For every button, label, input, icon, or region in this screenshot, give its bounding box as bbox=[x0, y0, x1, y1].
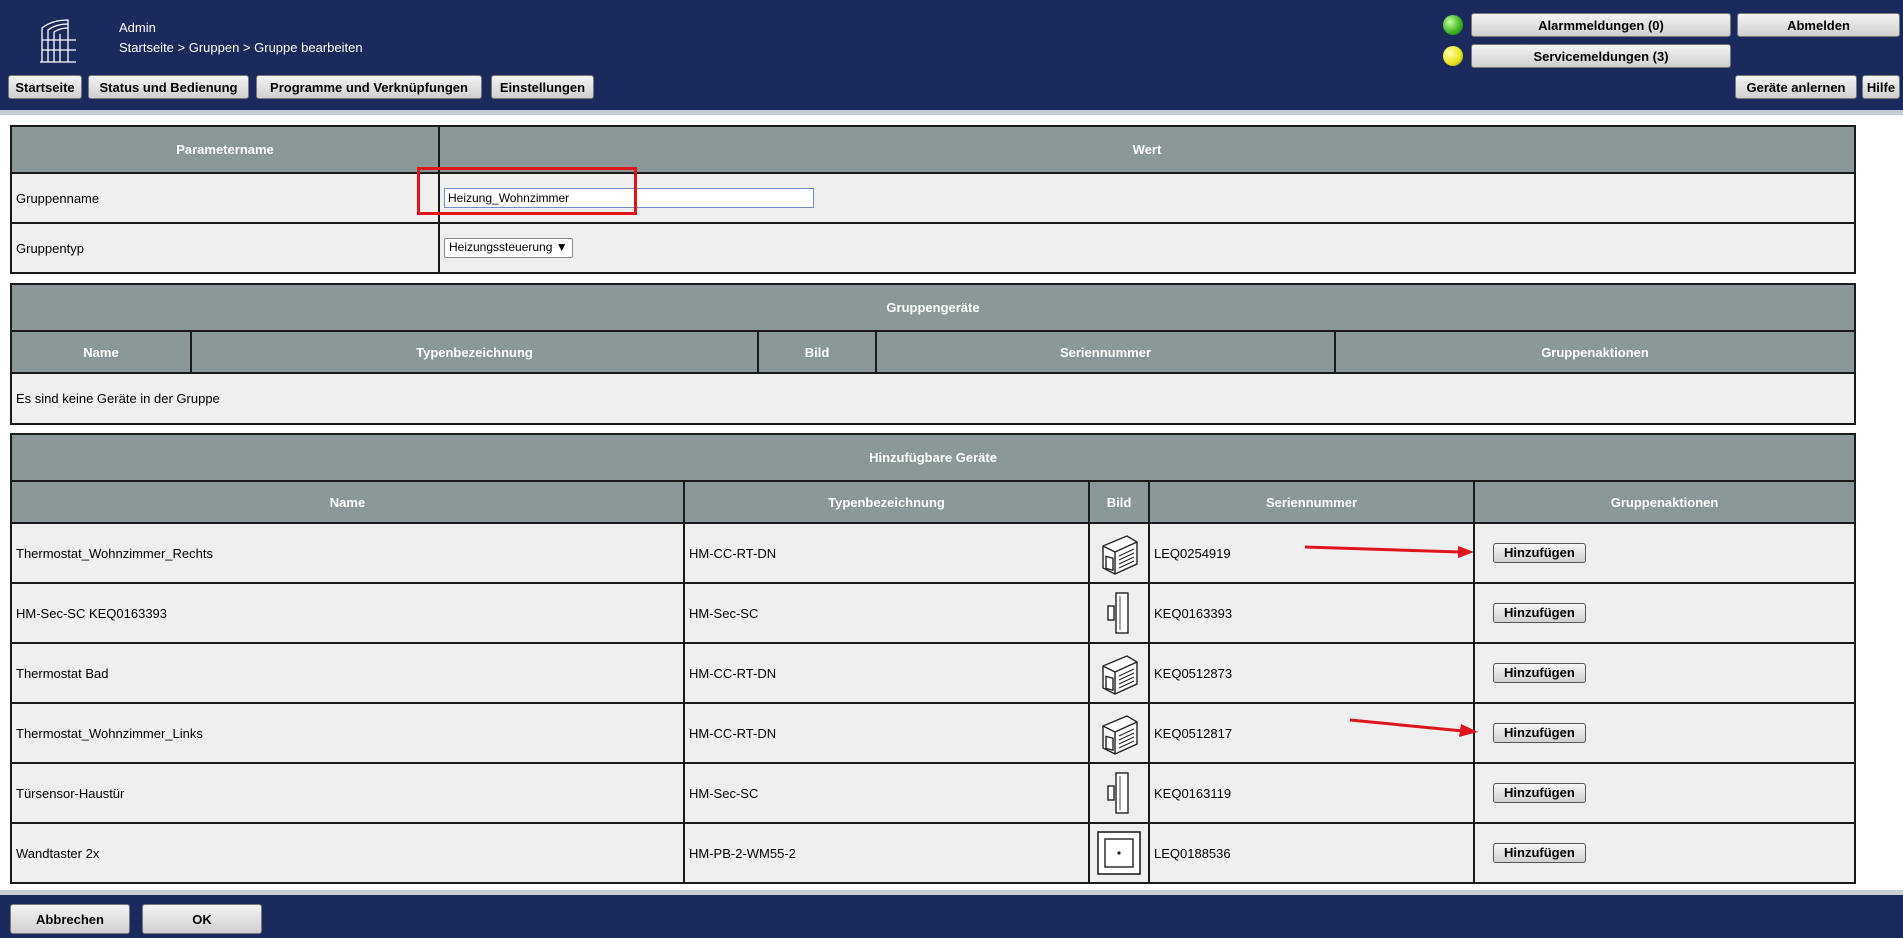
device-actions-cell: Hinzufügen bbox=[1472, 822, 1857, 884]
col-actions: Gruppenaktionen bbox=[1334, 330, 1856, 374]
thermostat-icon bbox=[1090, 650, 1148, 696]
nav-startseite-button[interactable]: Startseite bbox=[8, 75, 82, 99]
footer-bar: Abbrechen OK bbox=[0, 895, 1903, 938]
device-type: HM-PB-2-WM55-2 bbox=[683, 822, 1090, 884]
device-image-cell bbox=[1088, 522, 1150, 584]
help-button[interactable]: Hilfe bbox=[1862, 75, 1900, 99]
col-type: Typenbezeichnung bbox=[683, 480, 1090, 524]
group-type-select[interactable]: Heizungssteuerung ▼ bbox=[444, 238, 573, 258]
device-name: HM-Sec-SC KEQ0163393 bbox=[10, 582, 685, 644]
group-devices-title: Gruppengeräte bbox=[10, 283, 1856, 332]
header-bar: Admin Startseite > Gruppen > Gruppe bear… bbox=[0, 0, 1903, 110]
device-actions-cell: Hinzufügen bbox=[1472, 582, 1857, 644]
table-row: Thermostat_Wohnzimmer_Links HM-CC-RT-DN KE… bbox=[10, 702, 1857, 764]
highlight-annotation bbox=[417, 167, 637, 215]
nav-status-button[interactable]: Status und Bedienung bbox=[88, 75, 249, 99]
door-sensor-icon bbox=[1090, 590, 1148, 636]
add-device-button[interactable]: Hinzufügen bbox=[1493, 663, 1586, 683]
table-row: Thermostat Bad HM-CC-RT-DN KEQ0512873 Hinzu… bbox=[10, 642, 1857, 704]
alarm-messages-button[interactable]: Alarmmeldungen (0) bbox=[1471, 13, 1731, 37]
arrow-annotation-icon bbox=[1304, 545, 1474, 558]
device-actions-cell: Hinzufügen bbox=[1472, 642, 1857, 704]
device-type: HM-Sec-SC bbox=[683, 762, 1090, 824]
breadcrumb: Startseite > Gruppen > Gruppe bearbeiten bbox=[119, 40, 363, 55]
add-device-button[interactable]: Hinzufügen bbox=[1493, 843, 1586, 863]
device-serial: KEQ0163393 bbox=[1148, 582, 1475, 644]
group-type-cell: Heizungssteuerung ▼ bbox=[438, 222, 1856, 274]
col-serial: Seriennummer bbox=[1148, 480, 1475, 524]
cancel-button[interactable]: Abbrechen bbox=[10, 904, 130, 934]
col-wert: Wert bbox=[438, 125, 1856, 174]
device-actions-cell: Hinzufügen bbox=[1472, 522, 1857, 584]
col-image: Bild bbox=[1088, 480, 1150, 524]
add-device-button[interactable]: Hinzufügen bbox=[1493, 543, 1586, 563]
logout-button[interactable]: Abmelden bbox=[1737, 13, 1900, 37]
ok-button[interactable]: OK bbox=[142, 904, 262, 934]
device-type: HM-Sec-SC bbox=[683, 582, 1090, 644]
chevron-down-icon: ▼ bbox=[555, 240, 568, 254]
device-name: Thermostat_Wohnzimmer_Links bbox=[10, 702, 685, 764]
wall-switch-icon bbox=[1090, 830, 1148, 876]
device-actions-cell: Hinzufügen bbox=[1472, 702, 1857, 764]
col-type: Typenbezeichnung bbox=[190, 330, 759, 374]
col-serial: Seriennummer bbox=[875, 330, 1336, 374]
thermostat-icon bbox=[1090, 710, 1148, 756]
device-image-cell bbox=[1088, 702, 1150, 764]
col-image: Bild bbox=[757, 330, 877, 374]
thermostat-icon bbox=[1090, 530, 1148, 576]
device-serial: KEQ0512873 bbox=[1148, 642, 1475, 704]
empty-group-message: Es sind keine Geräte in der Gruppe bbox=[10, 372, 1856, 425]
alarm-status-led bbox=[1443, 15, 1463, 35]
group-devices-table: Gruppengeräte Name Typenbezeichnung Bild… bbox=[10, 283, 1856, 425]
device-serial: LEQ0188536 bbox=[1148, 822, 1475, 884]
device-serial: KEQ0163119 bbox=[1148, 762, 1475, 824]
add-device-button[interactable]: Hinzufügen bbox=[1493, 603, 1586, 623]
device-type: HM-CC-RT-DN bbox=[683, 642, 1090, 704]
nav-programs-button[interactable]: Programme und Verknüpfungen bbox=[256, 75, 482, 99]
table-row: Wandtaster 2x HM-PB-2-WM55-2 LEQ0188536 Hin… bbox=[10, 822, 1857, 884]
main-content: Parametername Wert Gruppenname Gruppenty… bbox=[0, 115, 1903, 890]
table-row: Türsensor-Haustür HM-Sec-SC KEQ0163119 Hinz… bbox=[10, 762, 1857, 824]
device-name: Wandtaster 2x bbox=[10, 822, 685, 884]
device-type: HM-CC-RT-DN bbox=[683, 702, 1090, 764]
device-image-cell bbox=[1088, 762, 1150, 824]
parameter-table: Parametername Wert Gruppenname Gruppenty… bbox=[10, 125, 1856, 274]
device-name: Thermostat_Wohnzimmer_Rechts bbox=[10, 522, 685, 584]
col-name: Name bbox=[10, 330, 192, 374]
service-messages-button[interactable]: Servicemeldungen (3) bbox=[1471, 44, 1731, 68]
door-sensor-icon bbox=[1090, 770, 1148, 816]
device-actions-cell: Hinzufügen bbox=[1472, 762, 1857, 824]
col-actions: Gruppenaktionen bbox=[1472, 480, 1857, 524]
available-devices-title: Hinzufügbare Geräte bbox=[9, 433, 1857, 482]
col-name: Name bbox=[10, 480, 685, 524]
device-image-cell bbox=[1088, 822, 1150, 884]
group-name-cell bbox=[438, 172, 1856, 224]
teach-devices-button[interactable]: Geräte anlernen bbox=[1735, 75, 1857, 99]
table-row: HM-Sec-SC KEQ0163393 HM-Sec-SC KEQ0163393 H… bbox=[10, 582, 1857, 644]
group-type-value: Heizungssteuerung bbox=[449, 240, 553, 254]
table-row: Thermostat_Wohnzimmer_Rechts HM-CC-RT-DN L… bbox=[10, 522, 1857, 584]
group-type-label: Gruppentyp bbox=[10, 222, 440, 274]
group-name-label: Gruppenname bbox=[10, 172, 440, 224]
available-devices-table: Hinzufügbare Geräte Name Typenbezeichnun… bbox=[9, 433, 1857, 884]
device-image-cell bbox=[1088, 642, 1150, 704]
homematic-logo-icon bbox=[40, 19, 76, 63]
add-device-button[interactable]: Hinzufügen bbox=[1493, 783, 1586, 803]
add-device-button[interactable]: Hinzufügen bbox=[1493, 723, 1586, 743]
device-name: Thermostat Bad bbox=[10, 642, 685, 704]
device-image-cell bbox=[1088, 582, 1150, 644]
nav-settings-button[interactable]: Einstellungen bbox=[491, 75, 594, 99]
current-user: Admin bbox=[119, 20, 156, 35]
arrow-annotation-icon bbox=[1349, 718, 1478, 737]
device-name: Türsensor-Haustür bbox=[10, 762, 685, 824]
device-type: HM-CC-RT-DN bbox=[683, 522, 1090, 584]
service-status-led bbox=[1443, 46, 1463, 66]
col-parametername: Parametername bbox=[10, 125, 440, 174]
